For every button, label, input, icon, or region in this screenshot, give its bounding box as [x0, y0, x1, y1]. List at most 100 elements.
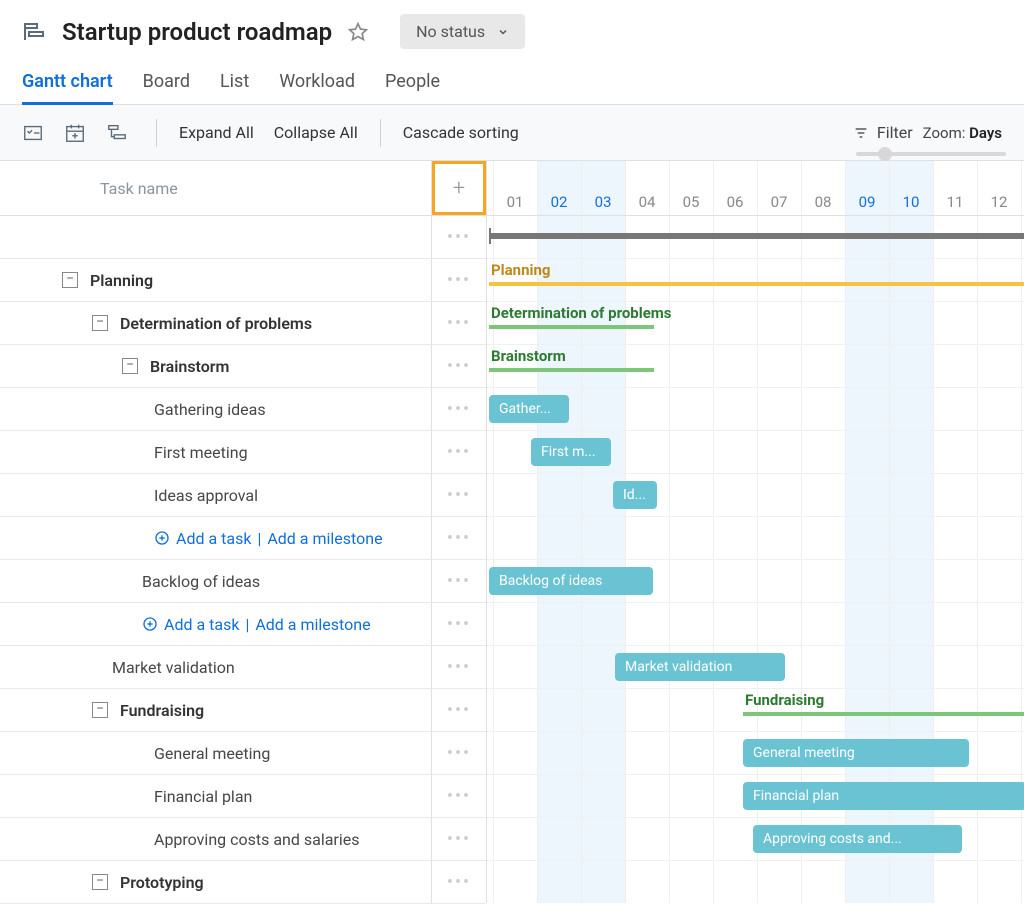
timeline-day[interactable]: 07	[757, 193, 801, 211]
group-bar[interactable]	[743, 712, 1024, 716]
expand-all-button[interactable]: Expand All	[173, 123, 260, 142]
timeline-day[interactable]: 11	[933, 193, 977, 211]
task-bar[interactable]: Gather...	[489, 395, 569, 423]
group-bar[interactable]	[489, 325, 654, 329]
timeline-day[interactable]: 04	[625, 193, 669, 211]
task-row[interactable]: General meeting•••	[0, 732, 486, 775]
cascade-sorting-button[interactable]: Cascade sorting	[397, 123, 525, 142]
collapse-toggle[interactable]: −	[92, 874, 108, 890]
task-row[interactable]: First meeting•••	[0, 431, 486, 474]
task-row[interactable]: Ideas approval•••	[0, 474, 486, 517]
row-actions[interactable]: •••	[431, 861, 486, 903]
timeline-row[interactable]: Planning	[487, 259, 1024, 302]
filter-button[interactable]: Filter	[853, 123, 913, 142]
tab-gantt-chart[interactable]: Gantt chart	[22, 65, 113, 104]
task-row[interactable]: Financial plan•••	[0, 775, 486, 818]
group-bar[interactable]	[489, 368, 654, 372]
row-actions[interactable]: •••	[431, 216, 486, 258]
timeline-row[interactable]: Gather...	[487, 388, 1024, 431]
add-column-button[interactable]: +	[432, 161, 486, 215]
task-row[interactable]: Backlog of ideas•••	[0, 560, 486, 603]
task-bar[interactable]: Id...	[613, 481, 657, 509]
row-actions[interactable]: •••	[431, 388, 486, 430]
row-actions[interactable]: •••	[431, 259, 486, 301]
collapse-toggle[interactable]: −	[92, 702, 108, 718]
timeline-day[interactable]: 10	[889, 193, 933, 211]
timeline-day[interactable]: 06	[713, 193, 757, 211]
task-bar[interactable]: Market validation	[615, 653, 785, 681]
timeline-row[interactable]	[487, 216, 1024, 259]
timeline-day[interactable]: 01	[493, 193, 537, 211]
collapse-all-button[interactable]: Collapse All	[268, 123, 364, 142]
add-milestone-link[interactable]: Add a milestone	[255, 615, 370, 634]
task-row[interactable]: −Planning•••	[0, 259, 486, 302]
collapse-toggle[interactable]: −	[62, 272, 78, 288]
task-row[interactable]: Approving costs and salaries•••	[0, 818, 486, 861]
timeline-day[interactable]: 08	[801, 193, 845, 211]
zoom-slider-knob[interactable]	[878, 147, 892, 161]
add-task-link[interactable]: Add a task	[154, 529, 251, 548]
row-actions[interactable]: •••	[431, 732, 486, 774]
task-row[interactable]: −Determination of problems•••	[0, 302, 486, 345]
timeline-day[interactable]: 09	[845, 193, 889, 211]
timeline-day[interactable]: 12	[977, 193, 1021, 211]
row-actions[interactable]: •••	[431, 775, 486, 817]
row-actions[interactable]: •••	[431, 517, 486, 559]
row-actions[interactable]: •••	[431, 818, 486, 860]
timeline-row[interactable]: Brainstorm	[487, 345, 1024, 388]
row-actions[interactable]: •••	[431, 431, 486, 473]
add-task-row[interactable]: Add a task|Add a milestone•••	[0, 603, 486, 646]
hierarchy-icon[interactable]	[106, 122, 128, 144]
timeline-row[interactable]: First m...	[487, 431, 1024, 474]
task-row[interactable]: −Fundraising•••	[0, 689, 486, 732]
root-row[interactable]: •••	[0, 216, 486, 259]
timeline-day[interactable]: 05	[669, 193, 713, 211]
timeline-row[interactable]: General meeting	[487, 732, 1024, 775]
task-bar[interactable]: First m...	[531, 438, 611, 466]
task-row[interactable]: −Prototyping•••	[0, 861, 486, 904]
star-icon[interactable]	[348, 22, 368, 42]
timeline-row[interactable]: Fundraising	[487, 689, 1024, 732]
add-task-link[interactable]: Add a task	[142, 615, 239, 634]
task-bar[interactable]: General meeting	[743, 739, 969, 767]
row-actions[interactable]: •••	[431, 302, 486, 344]
calendar-icon[interactable]	[64, 122, 86, 144]
collapse-toggle[interactable]: −	[92, 315, 108, 331]
zoom-slider[interactable]	[856, 152, 1006, 156]
row-actions[interactable]: •••	[431, 689, 486, 731]
root-summary-bar[interactable]	[489, 233, 1024, 239]
add-milestone-link[interactable]: Add a milestone	[267, 529, 382, 548]
task-row[interactable]: −Brainstorm•••	[0, 345, 486, 388]
timeline-row[interactable]: Backlog of ideas	[487, 560, 1024, 603]
select-icon[interactable]	[22, 122, 44, 144]
row-actions[interactable]: •••	[431, 603, 486, 645]
tab-workload[interactable]: Workload	[279, 65, 355, 104]
row-actions[interactable]: •••	[431, 345, 486, 387]
task-name-column-header[interactable]: Task name	[0, 161, 431, 215]
status-dropdown[interactable]: No status	[400, 14, 525, 49]
tab-list[interactable]: List	[220, 65, 249, 104]
timeline-row[interactable]	[487, 603, 1024, 646]
timeline-row[interactable]: Market validation	[487, 646, 1024, 689]
tab-people[interactable]: People	[385, 65, 440, 104]
task-bar[interactable]: Financial plan	[743, 782, 1024, 810]
collapse-toggle[interactable]: −	[122, 358, 138, 374]
timeline-row[interactable]: Financial plan	[487, 775, 1024, 818]
timeline-row[interactable]: Determination of problems	[487, 302, 1024, 345]
task-bar[interactable]: Approving costs and...	[753, 825, 962, 853]
tab-board[interactable]: Board	[143, 65, 190, 104]
timeline-day[interactable]: 03	[581, 193, 625, 211]
timeline-row[interactable]: Id...	[487, 474, 1024, 517]
timeline-row[interactable]	[487, 517, 1024, 560]
row-actions[interactable]: •••	[431, 560, 486, 602]
task-bar[interactable]: Backlog of ideas	[489, 567, 653, 595]
row-actions[interactable]: •••	[431, 646, 486, 688]
add-task-row[interactable]: Add a task|Add a milestone•••	[0, 517, 486, 560]
task-row[interactable]: Market validation•••	[0, 646, 486, 689]
timeline-day[interactable]: 02	[537, 193, 581, 211]
row-actions[interactable]: •••	[431, 474, 486, 516]
task-row[interactable]: Gathering ideas•••	[0, 388, 486, 431]
timeline-row[interactable]	[487, 861, 1024, 903]
timeline-row[interactable]: Approving costs and...	[487, 818, 1024, 861]
group-bar[interactable]	[489, 282, 1024, 286]
